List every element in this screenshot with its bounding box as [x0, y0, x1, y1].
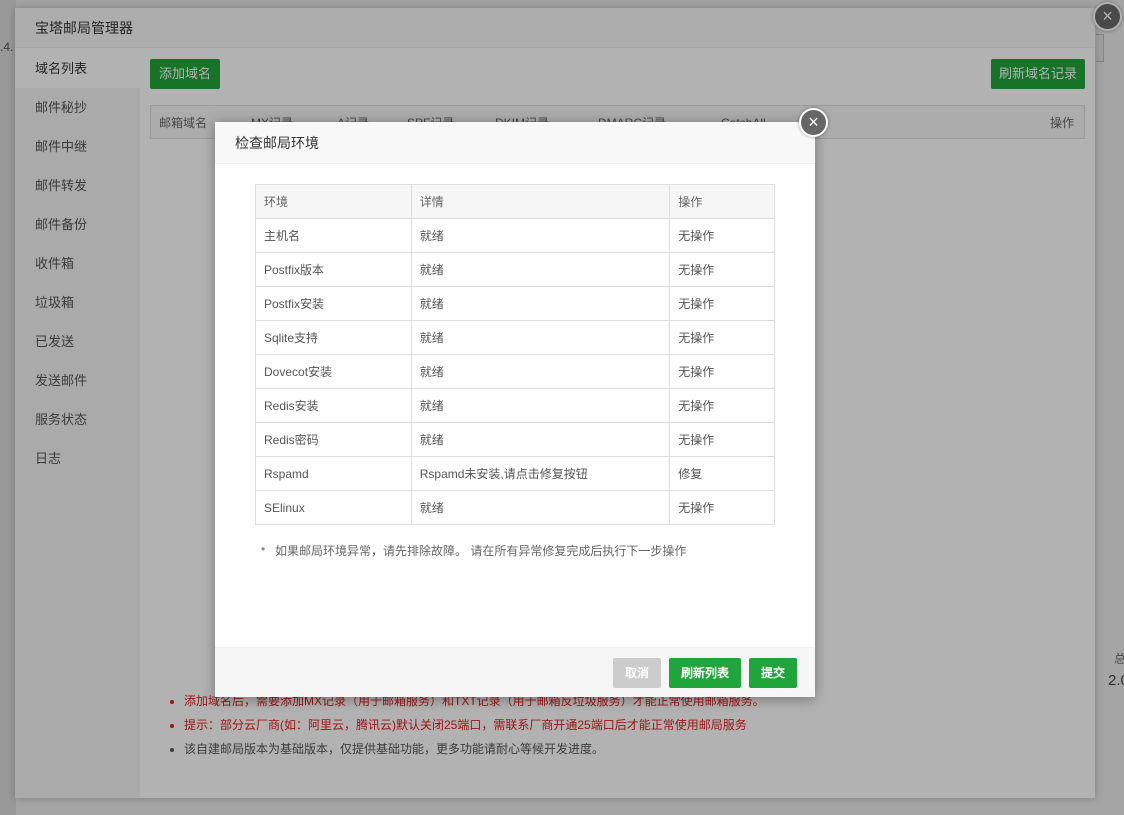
table-row: Postfix安装 就绪 无操作	[255, 286, 775, 321]
env-action: 无操作	[669, 388, 775, 423]
env-detail: 就绪	[410, 388, 671, 423]
dialog-footer: 取消 刷新列表 提交	[215, 647, 815, 697]
env-detail-error: Rspamd未安装,请点击修复按钮	[410, 456, 671, 491]
env-action: 无操作	[669, 422, 775, 457]
header-detail: 详情	[410, 184, 671, 219]
env-action: 无操作	[669, 354, 775, 389]
env-detail: 就绪	[410, 320, 671, 355]
env-name: Postfix版本	[255, 252, 412, 287]
submit-button[interactable]: 提交	[749, 658, 797, 688]
environment-table: 环境 详情 操作 主机名 就绪 无操作 Postfix版本 就绪 无操作 Pos…	[255, 184, 775, 525]
env-name: SElinux	[255, 490, 412, 525]
env-action: 无操作	[669, 320, 775, 355]
env-action: 无操作	[669, 286, 775, 321]
env-action: 无操作	[669, 490, 775, 525]
env-detail: 就绪	[410, 490, 671, 525]
check-environment-dialog: 检查邮局环境 × 环境 详情 操作 主机名 就绪 无操作 Postfix版本 就…	[215, 108, 828, 697]
dialog-note: 如果邮局环境异常，请先排除故障。 请在所有异常修复完成后执行下一步操作	[261, 542, 686, 559]
refresh-list-button[interactable]: 刷新列表	[669, 658, 741, 688]
env-name: Redis密码	[255, 422, 412, 457]
env-action: 无操作	[669, 218, 775, 253]
dialog-close-icon[interactable]: ×	[799, 108, 828, 137]
env-detail: 就绪	[410, 218, 671, 253]
table-row: SElinux 就绪 无操作	[255, 490, 775, 525]
table-row: Dovecot安装 就绪 无操作	[255, 354, 775, 389]
env-name: Postfix安装	[255, 286, 412, 321]
table-row: Redis安装 就绪 无操作	[255, 388, 775, 423]
env-detail: 就绪	[410, 286, 671, 321]
table-row: Redis密码 就绪 无操作	[255, 422, 775, 457]
env-name: Sqlite支持	[255, 320, 412, 355]
env-action: 无操作	[669, 252, 775, 287]
table-row: 主机名 就绪 无操作	[255, 218, 775, 253]
env-detail: 就绪	[410, 422, 671, 457]
env-detail: 就绪	[410, 354, 671, 389]
dialog-title: 检查邮局环境	[215, 122, 815, 164]
env-detail: 就绪	[410, 252, 671, 287]
table-row: Rspamd Rspamd未安装,请点击修复按钮 修复	[255, 456, 775, 491]
cancel-button[interactable]: 取消	[613, 658, 661, 688]
env-name: Redis安装	[255, 388, 412, 423]
header-action: 操作	[669, 184, 775, 219]
env-name: Dovecot安装	[255, 354, 412, 389]
env-name: 主机名	[255, 218, 412, 253]
header-env: 环境	[255, 184, 412, 219]
table-row: Postfix版本 就绪 无操作	[255, 252, 775, 287]
fix-rspamd-link[interactable]: 修复	[669, 456, 775, 491]
table-row: Sqlite支持 就绪 无操作	[255, 320, 775, 355]
env-name: Rspamd	[255, 456, 412, 491]
table-header-row: 环境 详情 操作	[255, 184, 775, 219]
